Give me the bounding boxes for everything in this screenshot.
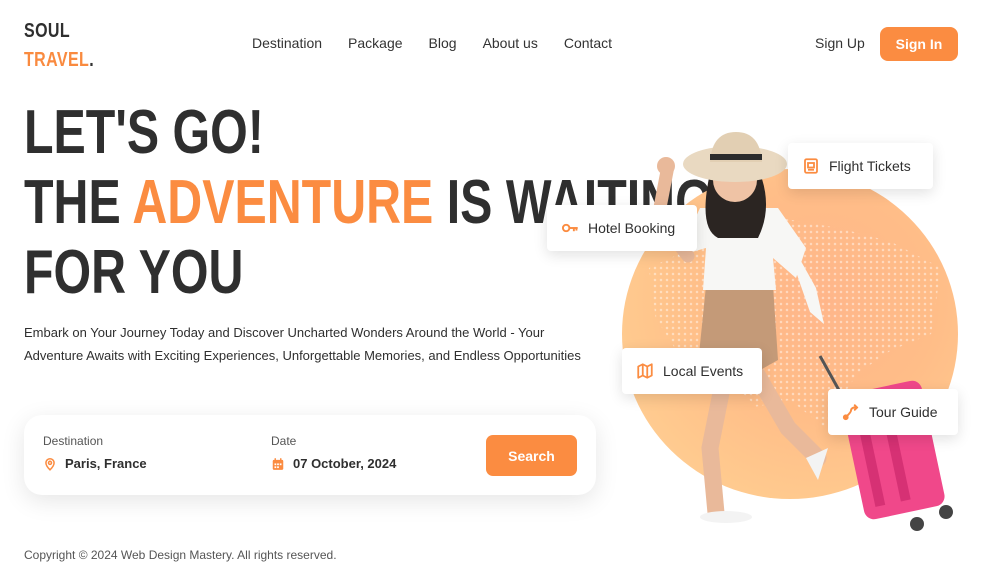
copyright: Copyright © 2024 Web Design Mastery. All… [24, 548, 337, 562]
key-icon [561, 219, 579, 237]
tour-guide-chip: Tour Guide [828, 389, 958, 435]
nav-package[interactable]: Package [348, 35, 402, 51]
hero-description: Embark on Your Journey Today and Discove… [24, 325, 581, 363]
logo-word: TRAVEL [24, 49, 90, 71]
logo-line-1: SOUL [24, 20, 71, 42]
headline-line-1: LET'S GO! [24, 98, 264, 167]
search-card: Destination Paris, France Date 07 Octobe… [24, 415, 596, 495]
date-value-row: 07 October, 2024 [271, 456, 396, 471]
destination-value-row: Paris, France [43, 456, 147, 471]
ticket-icon [802, 157, 820, 175]
local-events-chip: Local Events [622, 348, 762, 394]
date-field[interactable]: Date 07 October, 2024 [271, 434, 396, 471]
local-events-label: Local Events [663, 363, 744, 379]
headline-line-2-pre: THE [24, 168, 133, 237]
calendar-icon [271, 457, 285, 471]
nav-about-us[interactable]: About us [483, 35, 538, 51]
destination-field[interactable]: Destination Paris, France [43, 434, 147, 471]
pink-suitcase [818, 355, 953, 531]
nav-blog[interactable]: Blog [429, 35, 457, 51]
nav-destination[interactable]: Destination [252, 35, 322, 51]
hotel-booking-chip: Hotel Booking [547, 205, 697, 251]
headline-accent: ADVENTURE [132, 168, 434, 237]
flight-tickets-label: Flight Tickets [829, 158, 911, 174]
destination-label: Destination [43, 434, 104, 448]
destination-value: Paris, France [65, 456, 147, 471]
hotel-booking-label: Hotel Booking [588, 220, 676, 236]
tour-guide-label: Tour Guide [869, 404, 938, 420]
date-value: 07 October, 2024 [293, 456, 397, 471]
nav-contact[interactable]: Contact [564, 35, 612, 51]
sign-up-link[interactable]: Sign Up [815, 35, 865, 51]
sign-in-button[interactable]: Sign In [880, 27, 958, 61]
logo-dot: . [89, 49, 95, 71]
logo-line-2: TRAVEL. [24, 46, 94, 75]
logo[interactable]: SOUL TRAVEL. [24, 17, 112, 75]
date-label: Date [271, 434, 297, 448]
route-icon [842, 403, 860, 421]
main-nav: Destination Package Blog About us Contac… [252, 35, 638, 51]
location-pin-icon [43, 457, 57, 471]
flight-tickets-chip: Flight Tickets [788, 143, 933, 189]
search-button[interactable]: Search [486, 435, 577, 476]
map-icon [636, 362, 654, 380]
